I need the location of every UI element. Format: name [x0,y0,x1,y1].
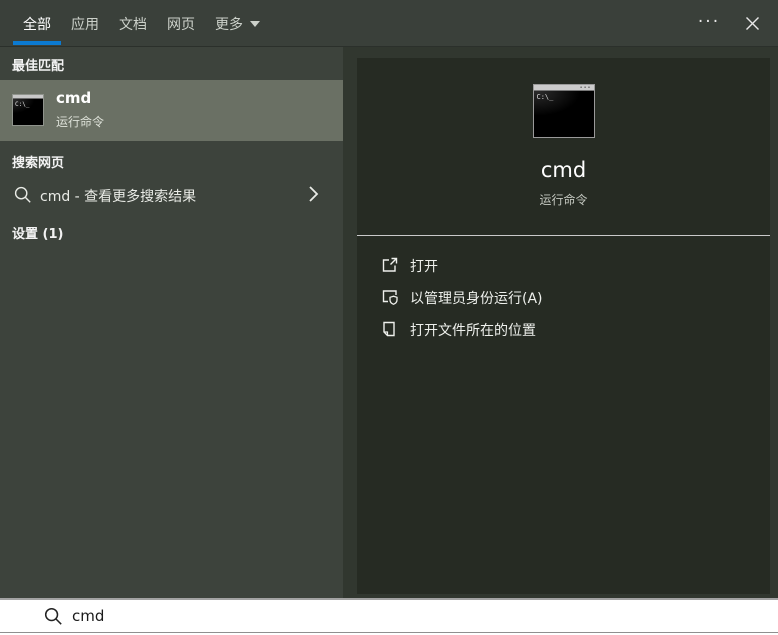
action-open-file-location[interactable]: 打开文件所在的位置 [357,313,770,345]
terminal-prompt-text: C:\_ [15,101,30,108]
cmd-terminal-icon: C:\_ [12,94,44,126]
run-as-admin-shield-icon [382,290,398,305]
more-options-button[interactable]: ··· [690,0,728,47]
tab-web-label: 网页 [167,16,195,33]
tab-web[interactable]: 网页 [157,0,205,47]
chevron-right-icon[interactable] [308,185,319,203]
tab-apps-label: 应用 [71,16,99,33]
search-input[interactable] [72,600,752,631]
best-match-header: 最佳匹配 [12,59,65,74]
divider [357,235,770,236]
preview-panel: ••• C:\_ cmd 运行命令 打开 以管理员身份运行(A) 打开文件所在的… [343,47,778,598]
open-icon [382,257,398,272]
file-location-icon [383,321,395,337]
tab-all[interactable]: 全部 [13,0,61,47]
preview-panel-inner: ••• C:\_ cmd 运行命令 打开 以管理员身份运行(A) 打开文件所在的… [357,58,770,594]
best-match-result-cmd[interactable]: C:\_ cmd 运行命令 [0,80,343,141]
window-controls-dots: ••• [579,85,592,91]
action-list: 打开 以管理员身份运行(A) 打开文件所在的位置 [357,249,770,345]
search-filter-header: 全部 应用 文档 网页 更多 ··· [0,0,778,47]
search-web-header: 搜索网页 [12,156,65,171]
tab-all-label: 全部 [23,16,51,33]
search-icon [44,607,62,625]
result-title: cmd [56,89,92,107]
action-open-label: 打开 [410,259,438,275]
results-panel: 最佳匹配 C:\_ cmd 运行命令 搜索网页 cmd - 查看更多搜索结果 设… [0,47,343,598]
tab-more[interactable]: 更多 [205,0,270,47]
action-open[interactable]: 打开 [357,249,770,281]
ellipsis-icon: ··· [697,11,721,32]
search-bar [0,598,778,635]
preview-subtitle: 运行命令 [539,193,588,207]
web-search-result-row[interactable]: cmd - 查看更多搜索结果 [0,172,343,218]
tab-more-label: 更多 [215,16,243,33]
action-open-file-location-label: 打开文件所在的位置 [410,323,536,339]
action-run-as-admin-label: 以管理员身份运行(A) [410,291,543,307]
search-icon [14,186,31,203]
active-tab-underline [13,41,61,45]
chevron-down-icon [250,20,260,27]
preview-title: cmd [540,158,587,182]
tab-apps[interactable]: 应用 [61,0,109,47]
close-button[interactable] [733,0,771,47]
result-subtitle: 运行命令 [56,115,105,129]
terminal-prompt-text: C:\_ [536,93,554,101]
terminal-body: C:\_ [13,99,43,125]
windows-search-flyout: 全部 应用 文档 网页 更多 ··· 最佳匹配 C:\_ cmd 运行命令 搜索… [0,0,778,635]
divider [0,632,778,633]
tab-documents[interactable]: 文档 [109,0,157,47]
web-search-label: cmd - 查看更多搜索结果 [40,189,197,205]
close-icon [745,17,759,30]
action-run-as-admin[interactable]: 以管理员身份运行(A) [357,281,770,313]
tab-documents-label: 文档 [119,16,147,33]
filter-tabs: 全部 应用 文档 网页 更多 [13,0,270,47]
terminal-body: C:\_ [533,91,594,137]
cmd-terminal-icon-large: ••• C:\_ [532,84,595,138]
settings-section-header: 设置 (1) [12,227,64,242]
